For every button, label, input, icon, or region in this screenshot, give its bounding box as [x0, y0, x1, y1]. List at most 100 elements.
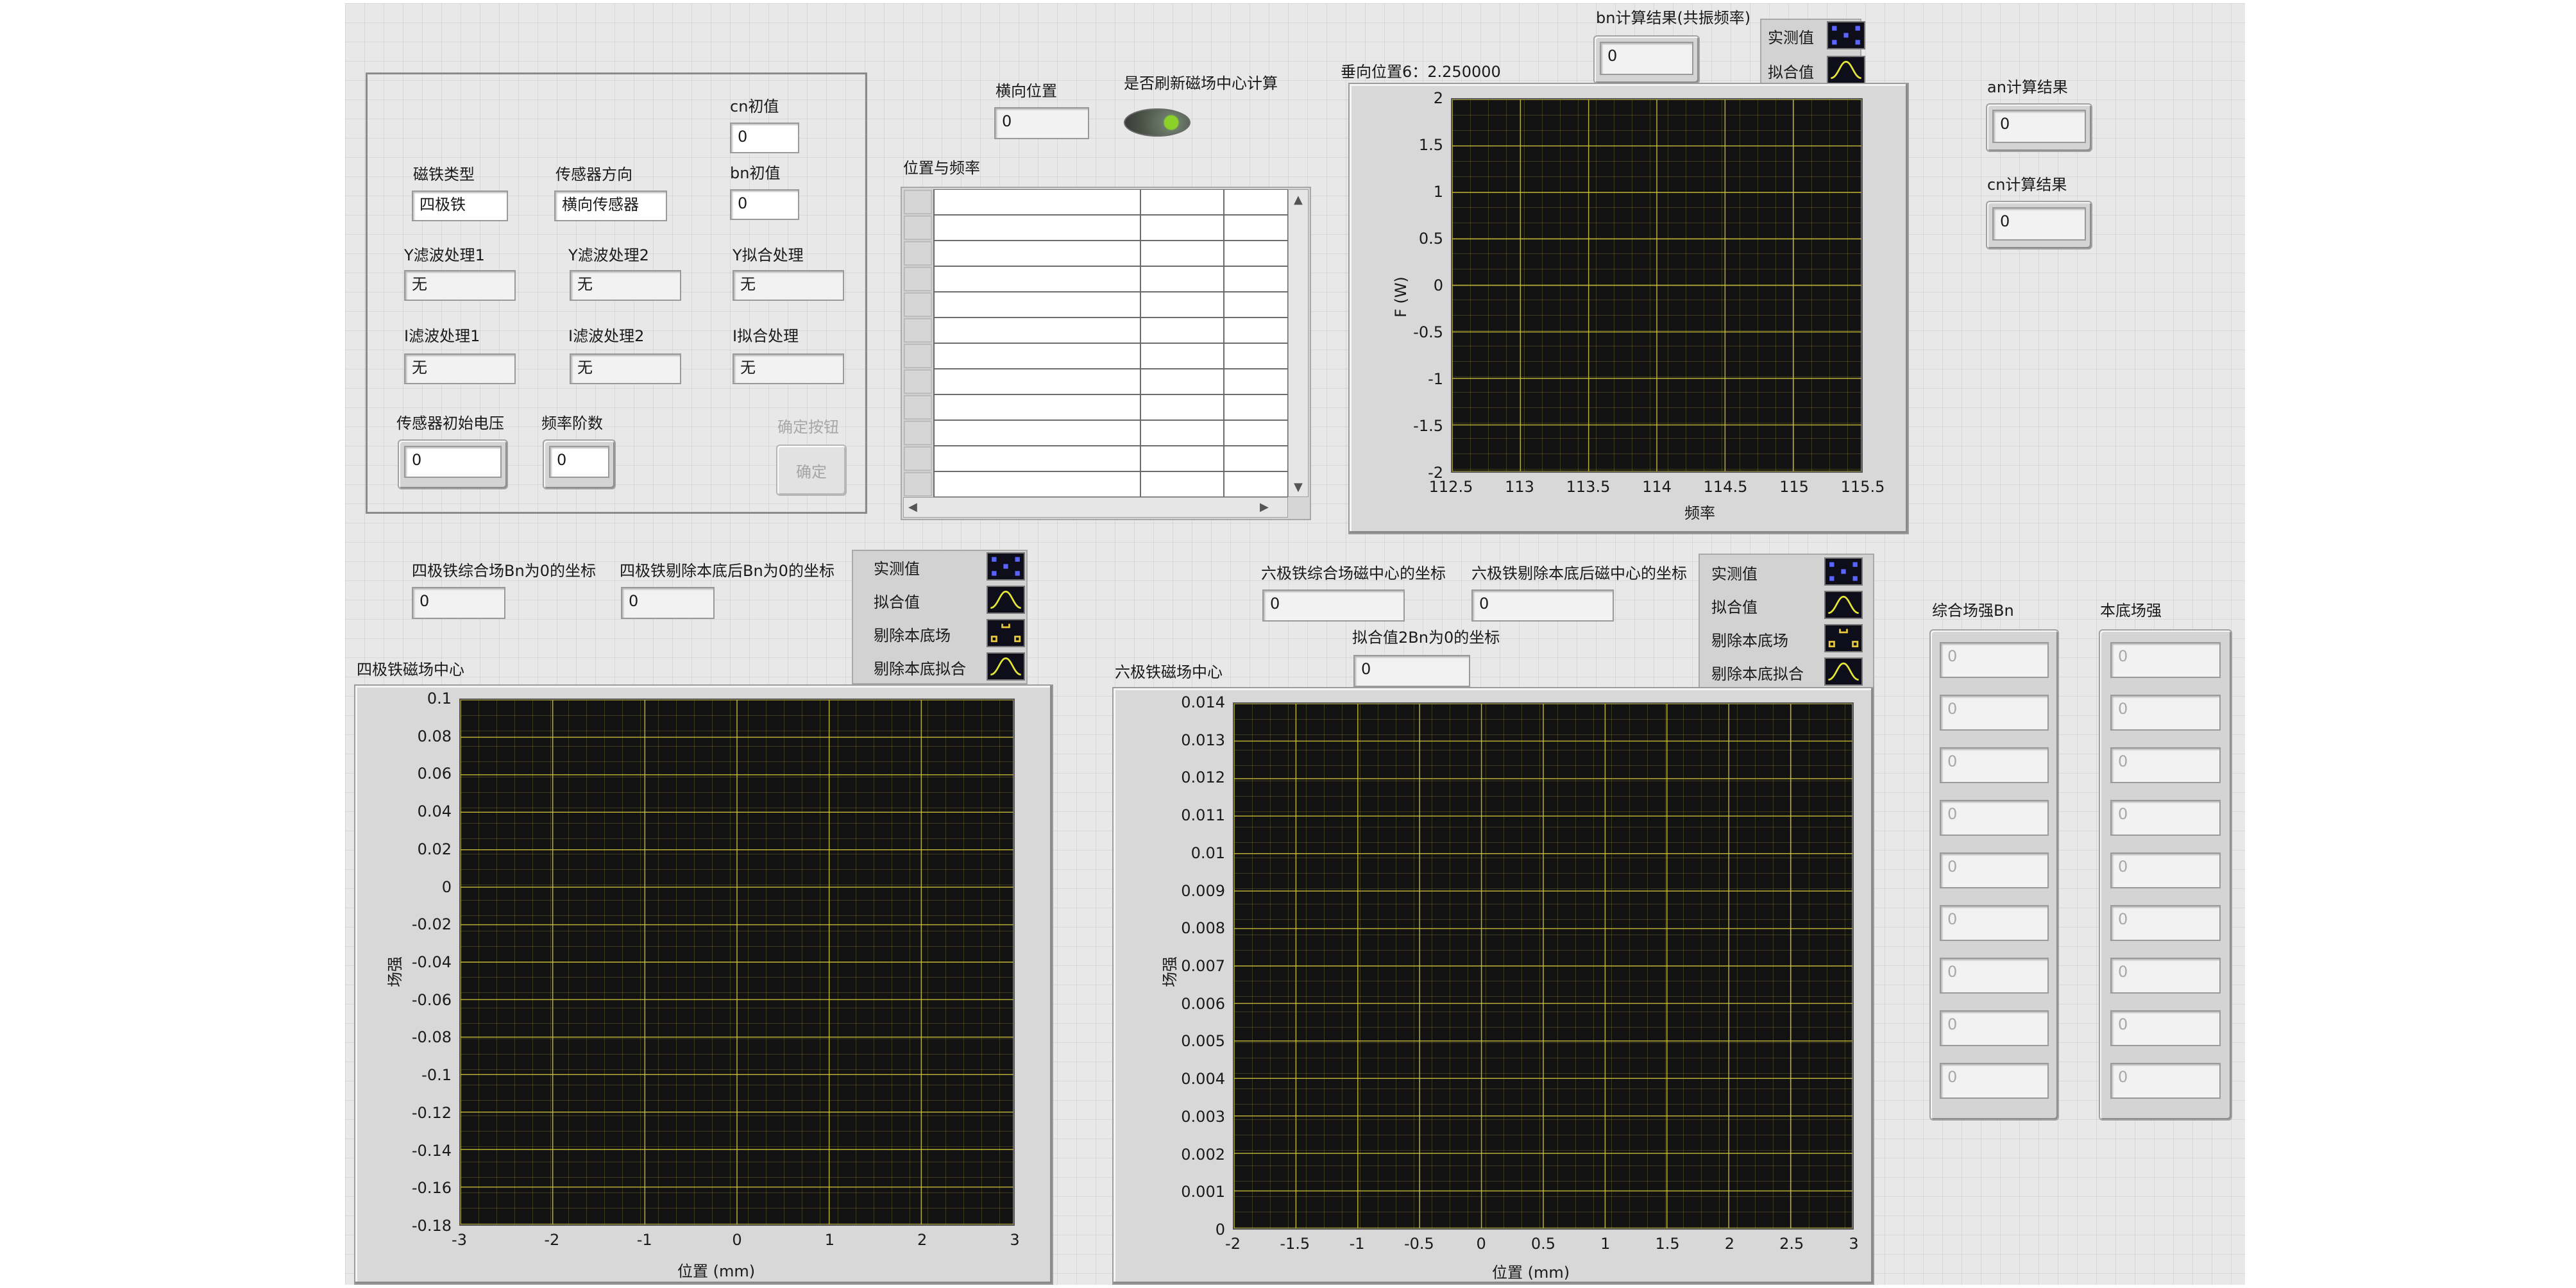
x-tick-label: 2	[1724, 1235, 1735, 1253]
y-tick-label: 0.014	[1181, 693, 1225, 711]
y-fit-select[interactable]: 无	[733, 270, 844, 301]
scatter-points-icon	[1827, 21, 1865, 49]
array-element[interactable]: 0	[2110, 642, 2221, 678]
y-tick-label: -1	[1428, 370, 1443, 388]
table-horizontal-scrollbar[interactable]	[903, 497, 1288, 518]
i-filter2-select[interactable]: 无	[570, 353, 681, 384]
i-fit-label: I拟合处理	[733, 327, 799, 345]
bn-result-field[interactable]: 0	[1600, 42, 1693, 75]
hexa-plot-svg	[1234, 704, 1852, 1228]
array-element[interactable]: 0	[2110, 800, 2221, 836]
y-tick-label: 1	[1433, 183, 1443, 201]
freq-order-field[interactable]: 0	[549, 446, 609, 478]
line-curve-icon	[1827, 56, 1865, 84]
bn-init-label: bn初值	[730, 164, 781, 182]
array-element[interactable]: 0	[1940, 800, 2049, 836]
y-tick-label: -0.14	[411, 1141, 452, 1160]
x-tick-label: -0.5	[1403, 1235, 1434, 1253]
y-tick-label: 0.012	[1181, 768, 1225, 787]
i-filter2-label: I滤波处理2	[568, 327, 645, 345]
freq-legend-measured-label: 实测值	[1768, 29, 1814, 47]
cn-init-field[interactable]: 0	[730, 123, 799, 153]
array-element[interactable]: 0	[1940, 1010, 2049, 1046]
y-tick-label: -0.18	[411, 1217, 452, 1235]
array-element[interactable]: 0	[1940, 1063, 2049, 1099]
scroll-left-icon[interactable]: ◀	[908, 502, 917, 513]
array-element[interactable]: 0	[1940, 695, 2049, 731]
array-element[interactable]: 0	[2110, 958, 2221, 994]
array-element[interactable]: 0	[1940, 642, 2049, 678]
quad-bn-zero-bg-field[interactable]: 0	[621, 587, 715, 619]
array-element[interactable]: 0	[2110, 1063, 2221, 1099]
line-curve-icon	[987, 652, 1025, 681]
hexa-legend-fitted-label: 拟合值	[1711, 598, 1758, 616]
x-tick-label: -2	[1225, 1235, 1241, 1253]
x-tick-label: -2	[544, 1231, 560, 1249]
confirm-button-caption: 确定按钮	[777, 418, 839, 436]
array-element[interactable]: 0	[1940, 905, 2049, 941]
table-row-header	[904, 421, 932, 445]
x-tick-label: 114.5	[1703, 478, 1748, 496]
table-vertical-scrollbar[interactable]	[1288, 189, 1309, 497]
y-tick-label: 0	[1215, 1221, 1225, 1239]
confirm-button[interactable]: 确定	[776, 445, 847, 496]
table-row-header	[904, 318, 932, 343]
y-tick-label: 0.011	[1181, 806, 1225, 825]
x-tick-label: 115	[1779, 478, 1809, 496]
array-element[interactable]: 0	[2110, 695, 2221, 731]
sensor-direction-select[interactable]: 横向传感器	[554, 191, 667, 221]
frequency-plot-svg	[1452, 99, 1861, 471]
y-tick-label: 0.004	[1181, 1070, 1225, 1089]
hexa-center-bg-field[interactable]: 0	[1471, 589, 1614, 622]
array-element[interactable]: 0	[2110, 852, 2221, 888]
table-row	[933, 394, 1289, 421]
quad-legend-fitted-label: 拟合值	[874, 593, 920, 611]
hexa-center-field[interactable]: 0	[1262, 589, 1405, 622]
hexa-legend-bg-fit-label: 剔除本底拟合	[1711, 665, 1804, 683]
table-row	[933, 291, 1289, 318]
array-element[interactable]: 0	[1940, 852, 2049, 888]
quad-plot-area[interactable]	[459, 699, 1015, 1226]
refresh-center-toggle[interactable]	[1124, 108, 1191, 137]
lateral-position-field[interactable]: 0	[994, 107, 1089, 139]
x-tick-label: -1.5	[1280, 1235, 1310, 1253]
frequency-plot-area[interactable]	[1451, 98, 1863, 473]
y-tick-label: -0.02	[411, 915, 452, 934]
array-element[interactable]: 0	[2110, 905, 2221, 941]
y-tick-label: -0.08	[411, 1028, 452, 1047]
i-fit-select[interactable]: 无	[733, 353, 844, 384]
an-result-field[interactable]: 0	[1992, 110, 2086, 143]
quad-bn-zero-field[interactable]: 0	[412, 587, 505, 619]
y-filter2-select[interactable]: 无	[570, 270, 681, 301]
magnet-type-select[interactable]: 四极铁	[412, 191, 508, 221]
front-panel: cn初值 0 bn初值 0 磁铁类型 四极铁 传感器方向 横向传感器 Y滤波处理…	[345, 3, 2245, 1285]
x-tick-label: -1	[1349, 1235, 1365, 1253]
refresh-center-label: 是否刷新磁场中心计算	[1124, 74, 1278, 92]
x-tick-label: 114	[1642, 478, 1672, 496]
scatter-points-icon	[1824, 557, 1863, 586]
y-filter1-select[interactable]: 无	[404, 270, 516, 301]
hexa-plot-area[interactable]	[1233, 702, 1854, 1230]
sensor-voltage-field[interactable]: 0	[404, 446, 502, 478]
x-tick-label: 113.5	[1566, 478, 1611, 496]
bracket-points-icon	[987, 619, 1025, 647]
array-element[interactable]: 0	[2110, 1010, 2221, 1046]
scroll-right-icon[interactable]: ▶	[1260, 502, 1269, 513]
table-row	[933, 445, 1289, 472]
cn-result-field[interactable]: 0	[1992, 207, 2086, 241]
bn-init-field[interactable]: 0	[730, 189, 799, 220]
x-tick-label: 1	[824, 1231, 835, 1249]
array-element[interactable]: 0	[1940, 747, 2049, 783]
table-row	[933, 266, 1289, 292]
y-tick-label: -2	[1428, 464, 1443, 482]
x-tick-label: 0.5	[1530, 1235, 1556, 1253]
an-result-label: an计算结果	[1987, 78, 2068, 96]
hexa-fit2-field[interactable]: 0	[1353, 655, 1470, 687]
scroll-up-icon[interactable]: ▲	[1294, 194, 1303, 206]
cn-result-label: cn计算结果	[1987, 176, 2067, 194]
scroll-down-icon[interactable]: ▼	[1294, 482, 1303, 493]
i-filter1-select[interactable]: 无	[404, 353, 516, 384]
table-row	[933, 214, 1289, 241]
array-element[interactable]: 0	[2110, 747, 2221, 783]
array-element[interactable]: 0	[1940, 958, 2049, 994]
